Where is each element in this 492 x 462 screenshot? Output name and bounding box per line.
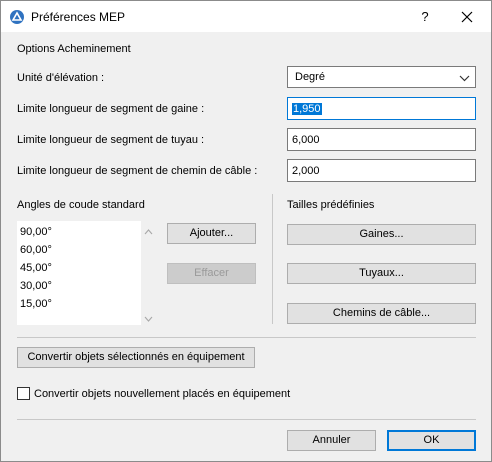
pipes-button[interactable]: Tuyaux...	[287, 263, 476, 284]
duct-limit-label: Limite longueur de segment de gaine :	[17, 103, 205, 115]
help-button[interactable]: ?	[413, 6, 437, 28]
routing-section-title: Options Acheminement	[17, 43, 131, 55]
close-icon[interactable]	[456, 6, 480, 28]
title-bar[interactable]: Préférences MEP ?	[1, 1, 491, 32]
delete-angle-button[interactable]: Effacer	[167, 263, 256, 284]
scroll-up-icon[interactable]	[144, 226, 153, 238]
list-item[interactable]: 60,00°	[20, 244, 52, 256]
convert-selected-button[interactable]: Convertir objets sélectionnés en équipem…	[17, 347, 255, 368]
scroll-down-icon[interactable]	[144, 313, 153, 325]
cancel-button[interactable]: Annuler	[287, 430, 376, 451]
cable-limit-value: 2,000	[292, 165, 320, 177]
chevron-down-icon	[459, 73, 470, 85]
pipe-limit-field[interactable]: 6,000	[287, 128, 476, 151]
archicad-icon	[10, 10, 24, 24]
list-item[interactable]: 15,00°	[20, 298, 52, 310]
cable-trays-button[interactable]: Chemins de câble...	[287, 303, 476, 324]
pipe-limit-value: 6,000	[292, 134, 320, 146]
angles-title: Angles de coude standard	[17, 199, 145, 211]
pipe-limit-label: Limite longueur de segment de tuyau :	[17, 134, 205, 146]
window-title: Préférences MEP	[31, 10, 126, 24]
elevation-unit-value: Degré	[295, 71, 325, 83]
angles-list[interactable]: 90,00° 60,00° 45,00° 30,00° 15,00°	[17, 221, 141, 325]
convert-new-label[interactable]: Convertir objets nouvellement placés en …	[34, 388, 290, 400]
ducts-button[interactable]: Gaines...	[287, 224, 476, 245]
elevation-unit-select[interactable]: Degré	[287, 66, 476, 88]
vertical-divider	[272, 194, 273, 324]
list-item[interactable]: 45,00°	[20, 262, 52, 274]
elevation-unit-label: Unité d'élévation :	[17, 72, 105, 84]
convert-new-checkbox[interactable]	[17, 387, 30, 400]
list-item[interactable]: 90,00°	[20, 226, 52, 238]
cable-limit-label: Limite longueur de segment de chemin de …	[17, 165, 258, 177]
add-angle-button[interactable]: Ajouter...	[167, 223, 256, 244]
divider	[17, 337, 476, 338]
duct-limit-field[interactable]: 1,950	[287, 97, 476, 120]
cable-limit-field[interactable]: 2,000	[287, 159, 476, 182]
duct-limit-value: 1,950	[292, 103, 322, 115]
divider	[17, 419, 476, 420]
presets-title: Tailles prédéfinies	[287, 199, 375, 211]
list-item[interactable]: 30,00°	[20, 280, 52, 292]
mep-preferences-dialog: Préférences MEP ? Options Acheminement U…	[0, 0, 492, 462]
ok-button[interactable]: OK	[387, 430, 476, 451]
